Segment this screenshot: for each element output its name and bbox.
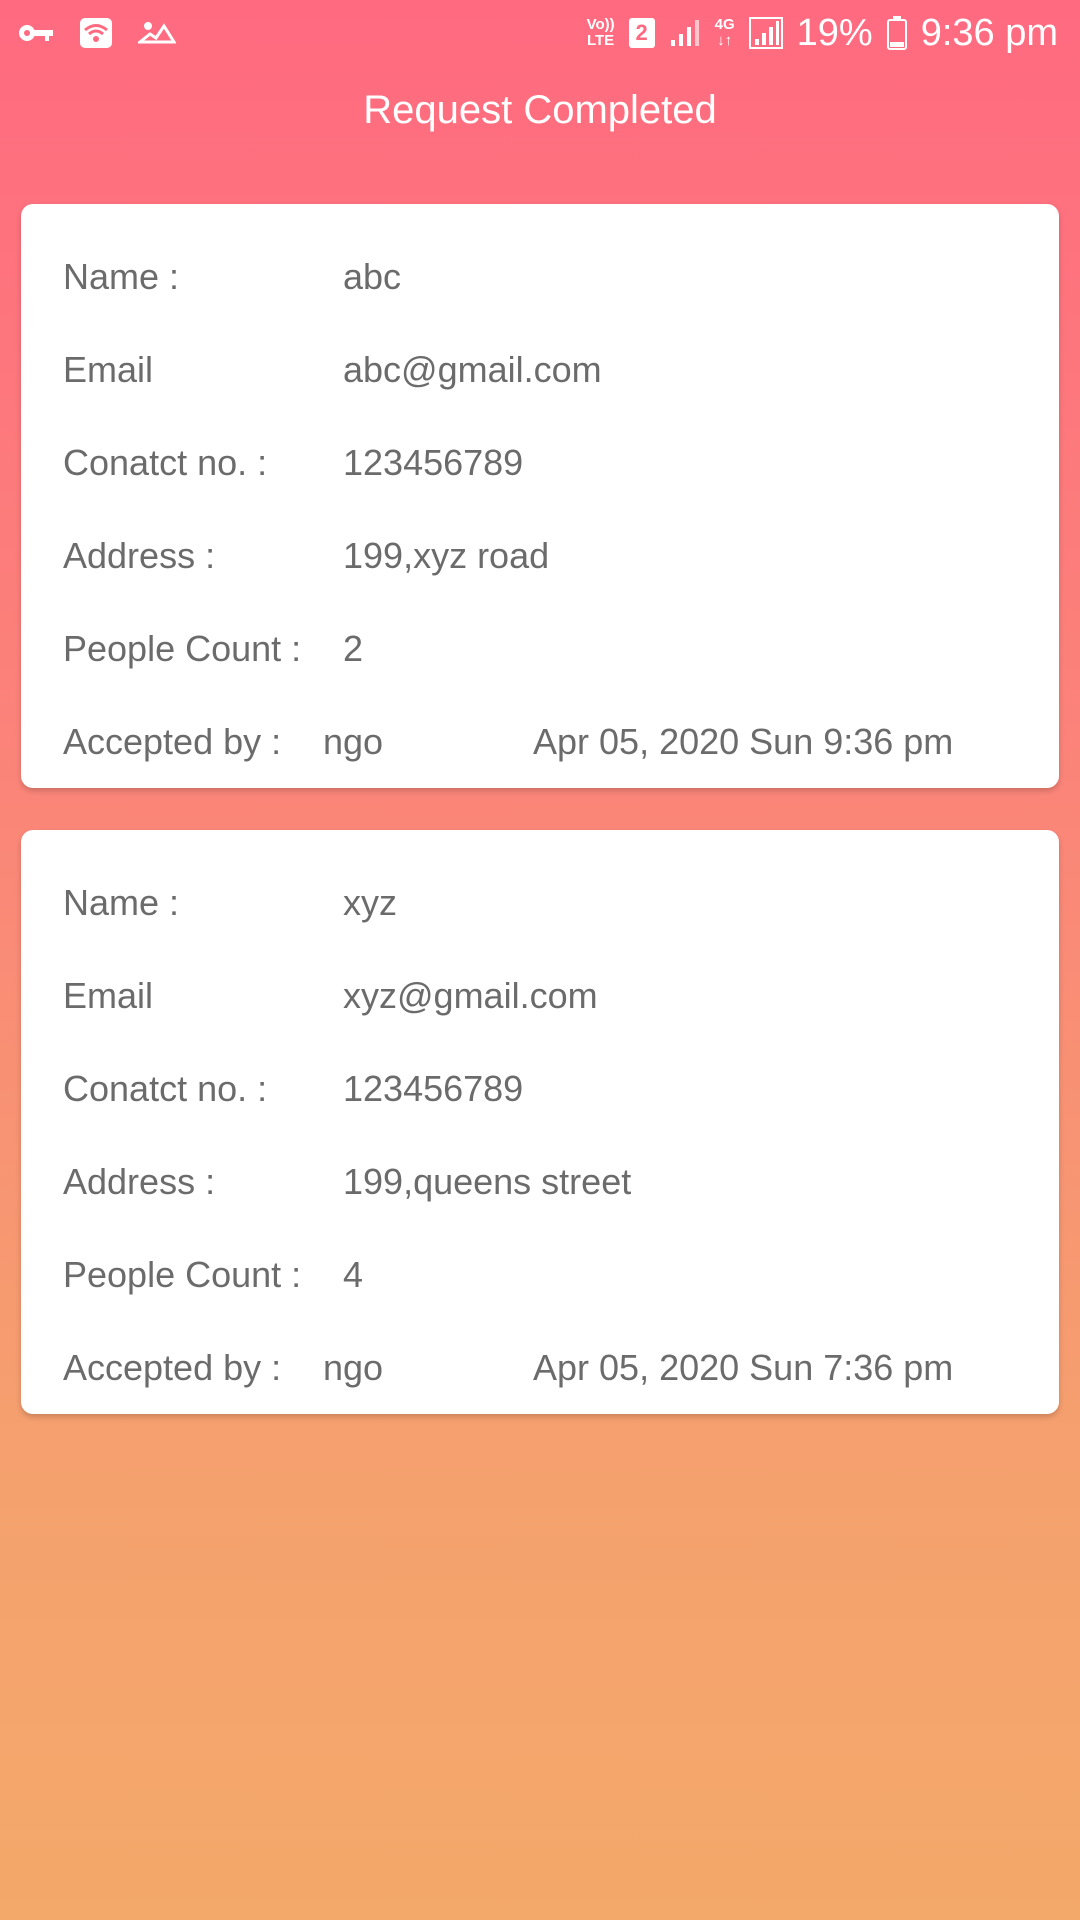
email-label: Email <box>63 975 154 1016</box>
people-count-value: 2 <box>343 628 364 669</box>
status-right: Vo)) LTE 2 4G ↓↑ 19% 9:36 pm <box>573 12 1058 55</box>
signal-icon <box>748 17 783 49</box>
contact-label: Conatct no. : <box>63 1068 268 1109</box>
address-label: Address : <box>63 1161 216 1202</box>
clock: 9:36 pm <box>920 11 1058 54</box>
people-count-row: People Count : 2 <box>63 624 1023 674</box>
status-bar: Vo)) LTE 2 4G ↓↑ 19% 9:36 pm <box>0 0 1080 66</box>
address-row: Address : 199,xyz road <box>63 531 1023 581</box>
people-count-label: People Count : <box>63 1254 302 1295</box>
name-value: abc <box>343 256 402 297</box>
wifi-icon <box>80 18 112 48</box>
people-count-label: People Count : <box>63 628 302 669</box>
name-row: Name : abc <box>63 252 1023 302</box>
accepted-row: Accepted by : ngo Apr 05, 2020 Sun 9:36 … <box>63 717 1023 767</box>
network-type-icon: 4G ↓↑ <box>714 16 735 49</box>
app-notification-icon <box>138 20 176 46</box>
network-type-label: 4G <box>714 16 735 33</box>
email-row: Email xyz@gmail.com <box>63 971 1023 1021</box>
email-row: Email abc@gmail.com <box>63 345 1023 395</box>
request-card[interactable]: Name : xyz Email xyz@gmail.com Conatct n… <box>21 830 1059 1414</box>
accepted-datetime: Apr 05, 2020 Sun 7:36 pm <box>533 1347 954 1388</box>
volte-label: Vo)) <box>586 16 615 33</box>
people-count-value: 4 <box>343 1254 364 1295</box>
name-label: Name : <box>63 882 180 923</box>
accepted-by-label: Accepted by : <box>63 1347 282 1388</box>
name-value: xyz <box>343 882 397 923</box>
address-value: 199,xyz road <box>343 535 550 576</box>
contact-row: Conatct no. : 123456789 <box>63 1064 1023 1114</box>
status-left <box>18 18 202 48</box>
address-value: 199,queens street <box>343 1161 632 1202</box>
email-label: Email <box>63 349 154 390</box>
accepted-by-value: ngo <box>323 721 384 762</box>
accepted-by-label: Accepted by : <box>63 721 282 762</box>
email-value: abc@gmail.com <box>343 349 602 390</box>
accepted-by-value: ngo <box>323 1347 384 1388</box>
request-card[interactable]: Name : abc Email abc@gmail.com Conatct n… <box>21 204 1059 788</box>
contact-row: Conatct no. : 123456789 <box>63 438 1023 488</box>
email-value: xyz@gmail.com <box>343 975 598 1016</box>
accepted-datetime: Apr 05, 2020 Sun 9:36 pm <box>533 721 954 762</box>
sim-icon: 2 <box>628 18 655 48</box>
battery-percent: 19% <box>796 11 873 54</box>
vpn-key-icon <box>18 23 54 43</box>
contact-label: Conatct no. : <box>63 442 268 483</box>
volte-icon: Vo)) LTE <box>587 17 615 49</box>
contact-value: 123456789 <box>343 1068 524 1109</box>
contact-value: 123456789 <box>343 442 524 483</box>
address-row: Address : 199,queens street <box>63 1157 1023 1207</box>
signal-icon <box>669 18 701 48</box>
accepted-row: Accepted by : ngo Apr 05, 2020 Sun 7:36 … <box>63 1343 1023 1393</box>
battery-icon <box>886 16 907 50</box>
people-count-row: People Count : 4 <box>63 1250 1023 1300</box>
address-label: Address : <box>63 535 216 576</box>
name-label: Name : <box>63 256 180 297</box>
name-row: Name : xyz <box>63 878 1023 928</box>
sim-number: 2 <box>635 20 648 45</box>
page-title: Request Completed <box>363 88 717 132</box>
lte-label: LTE <box>586 32 615 49</box>
